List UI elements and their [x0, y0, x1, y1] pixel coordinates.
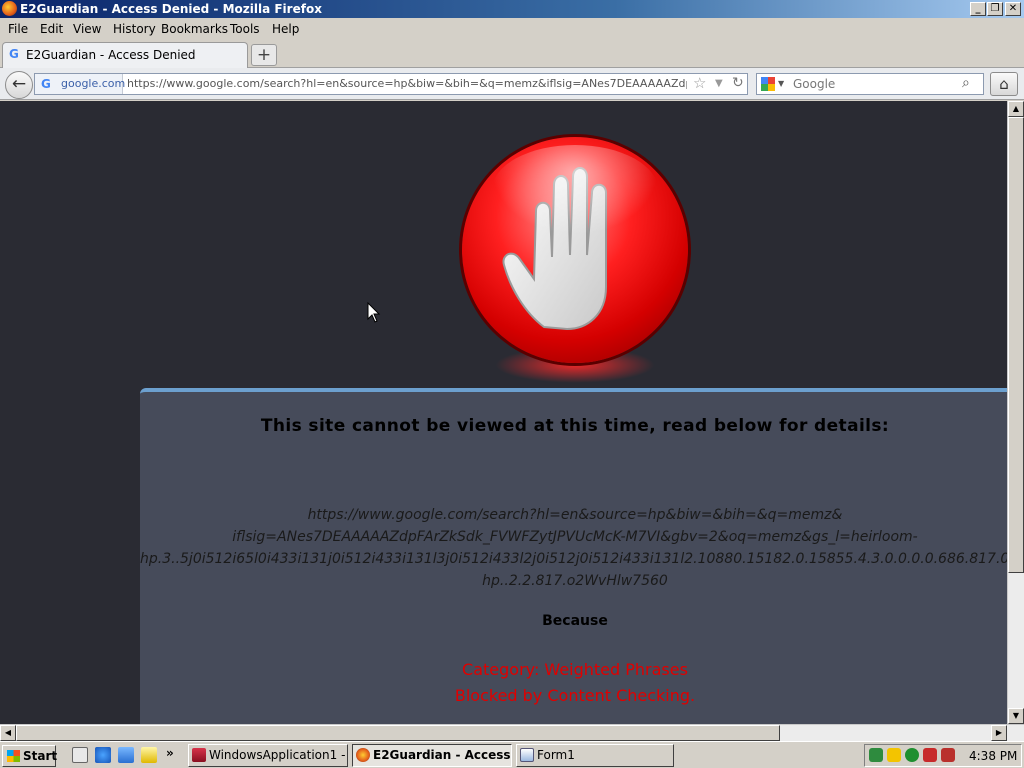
menu-bar: File Edit View History Bookmarks Tools H… [0, 18, 1024, 40]
stop-icon-shine [492, 145, 658, 235]
menu-history[interactable]: History [113, 22, 156, 36]
task-label: E2Guardian - Access ... [373, 748, 511, 762]
google-favicon-icon: G [9, 47, 19, 61]
start-label: Start [23, 749, 58, 763]
access-denied-panel: This site cannot be viewed at this time,… [140, 388, 1007, 724]
page-viewport: This site cannot be viewed at this time,… [0, 101, 1007, 724]
menu-view[interactable]: View [73, 22, 101, 36]
scroll-up-arrow-icon[interactable]: ▲ [1008, 101, 1024, 117]
taskbar-item-visual-studio[interactable]: WindowsApplication1 - Vis... [188, 744, 348, 767]
back-arrow-icon: ← [11, 74, 27, 94]
menu-edit[interactable]: Edit [40, 22, 63, 36]
search-engine-icon[interactable] [761, 77, 775, 91]
search-icon[interactable]: ⌕ [962, 73, 970, 93]
visual-studio-icon [192, 748, 206, 762]
taskbar-item-form1[interactable]: Form1 [516, 744, 674, 767]
firefox-icon [2, 1, 17, 16]
task-label: WindowsApplication1 - Vis... [209, 748, 347, 762]
tray-app-icon[interactable] [941, 748, 955, 762]
blocked-url-line: hp.3..5j0i512i65l0i433i131j0i512i433i131… [140, 551, 1007, 567]
navigation-bar: ← G google.com https://www.google.com/se… [0, 68, 1024, 100]
clock[interactable]: 4:38 PM [969, 749, 1017, 763]
site-identity-label: google.com [61, 77, 126, 90]
url-text[interactable]: https://www.google.com/search?hl=en&sour… [127, 74, 687, 94]
network-icon[interactable] [869, 748, 883, 762]
media-icon[interactable] [141, 747, 157, 763]
scroll-down-arrow-icon[interactable]: ▼ [1008, 708, 1024, 724]
blocked-url-line: hp..2.2.817.o2WvHlw7560 [482, 573, 668, 589]
menu-bookmarks[interactable]: Bookmarks [161, 22, 228, 36]
because-label: Because [542, 613, 608, 629]
vertical-scroll-thumb[interactable] [1008, 117, 1024, 573]
maximize-button[interactable]: ❐ [987, 2, 1003, 16]
horizontal-scrollbar[interactable]: ◀ ▶ [0, 724, 1024, 741]
reload-icon[interactable]: ↻ [732, 73, 744, 93]
search-bar[interactable]: ▼ Google ⌕ [756, 73, 984, 95]
back-button[interactable]: ← [5, 71, 33, 99]
url-bar[interactable]: G google.com https://www.google.com/sear… [34, 73, 748, 95]
blocked-url[interactable]: https://www.google.com/search?hl=en&sour… [140, 504, 1007, 592]
block-method: Blocked by Content Checking. [454, 686, 696, 705]
block-category: Category: Weighted Phrases [462, 660, 688, 679]
window-title: E2Guardian - Access Denied - Mozilla Fir… [20, 2, 322, 16]
page-heading: This site cannot be viewed at this time,… [260, 416, 890, 436]
google-favicon-icon: G [41, 77, 51, 91]
home-icon: ⌂ [999, 75, 1009, 93]
security-icon[interactable] [887, 748, 901, 762]
search-engine-dropdown-icon[interactable]: ▼ [778, 74, 784, 94]
quick-launch-overflow[interactable]: » [166, 746, 174, 760]
blocked-url-line: iflsig=ANes7DEAAAAAZdpFArZkSdk_FVWFZytJP… [232, 529, 918, 545]
menu-tools[interactable]: Tools [230, 22, 260, 36]
task-label: Form1 [537, 748, 575, 762]
show-desktop-icon[interactable] [72, 747, 88, 763]
window-title-bar[interactable]: E2Guardian - Access Denied - Mozilla Fir… [0, 0, 1024, 18]
blocked-url-line: https://www.google.com/search?hl=en&sour… [307, 507, 843, 523]
home-button[interactable]: ⌂ [990, 72, 1018, 96]
menu-file[interactable]: File [8, 22, 28, 36]
search-input[interactable]: Google [793, 74, 835, 94]
site-identity-button[interactable]: G google.com [35, 74, 126, 94]
system-tray: 4:38 PM [864, 744, 1022, 767]
minimize-button[interactable]: _ [970, 2, 986, 16]
antivirus-icon[interactable] [923, 748, 937, 762]
windows-logo-icon [7, 750, 20, 762]
tab-strip: G E2Guardian - Access Denied + [0, 40, 1024, 68]
tab-access-denied[interactable]: G E2Guardian - Access Denied [2, 42, 248, 68]
mouse-cursor-icon [367, 302, 381, 323]
scroll-right-arrow-icon[interactable]: ▶ [991, 725, 1007, 741]
scroll-left-arrow-icon[interactable]: ◀ [0, 725, 16, 741]
messenger-icon[interactable] [905, 748, 919, 762]
vertical-scrollbar[interactable]: ▲ ▼ [1007, 101, 1024, 724]
block-reason: Category: Weighted Phrases Blocked by Co… [140, 657, 1007, 709]
bookmark-star-icon[interactable]: ☆ [693, 73, 706, 93]
menu-help[interactable]: Help [272, 22, 299, 36]
taskbar: Start » WindowsApplication1 - Vis... E2G… [0, 741, 1024, 768]
url-dropdown-icon[interactable]: ▼ [715, 74, 723, 94]
close-button[interactable]: ✕ [1005, 2, 1021, 16]
horizontal-scroll-thumb[interactable] [16, 725, 780, 741]
firefox-icon [356, 748, 370, 762]
new-tab-button[interactable]: + [251, 44, 277, 66]
tab-label: E2Guardian - Access Denied [26, 48, 196, 62]
internet-explorer-icon[interactable] [95, 747, 111, 763]
taskbar-item-firefox[interactable]: E2Guardian - Access ... [352, 744, 512, 767]
outlook-express-icon[interactable] [118, 747, 134, 763]
form-icon [520, 748, 534, 762]
stop-hand-icon [462, 137, 688, 363]
start-button[interactable]: Start [2, 745, 58, 767]
